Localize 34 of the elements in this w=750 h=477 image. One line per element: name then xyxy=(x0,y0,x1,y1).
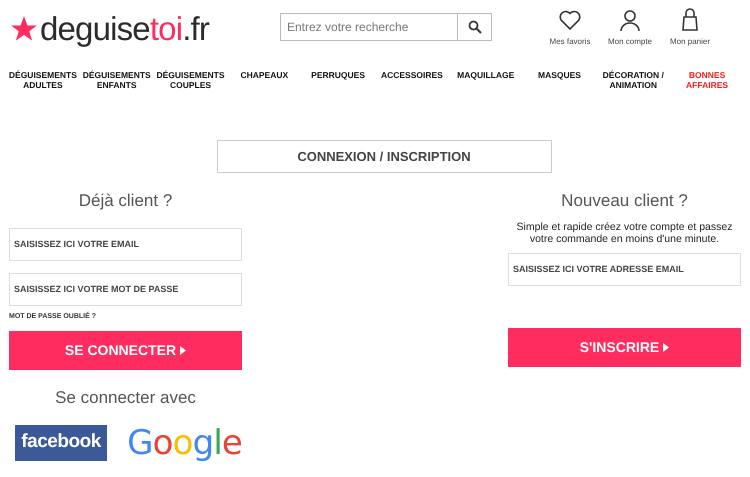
heart-icon xyxy=(558,8,582,32)
caret-icon xyxy=(180,346,186,355)
star-logo-icon xyxy=(10,14,38,42)
caret-icon xyxy=(663,342,670,352)
nav-item[interactable]: BONNES AFFAIRES xyxy=(670,70,744,90)
facebook-login-button[interactable]: facebook xyxy=(15,424,108,460)
input-field[interactable]: SAISISSEZ ICI VOTRE ADRESSE EMAIL xyxy=(508,252,741,286)
google-login-button[interactable]: Google xyxy=(127,426,242,460)
social-heading: Se connecter avec xyxy=(54,387,197,409)
header-action[interactable]: Mes favoris xyxy=(540,8,600,48)
nav-item[interactable]: MAQUILLAGE xyxy=(448,70,523,90)
page-title: CONNEXION / INSCRIPTION xyxy=(216,140,552,173)
input-field[interactable]: SAISISSEZ ICI VOTRE EMAIL xyxy=(9,228,242,260)
header-action[interactable]: Mon panier xyxy=(660,8,720,48)
nav-item[interactable]: DÉGUISEMENTS ENFANTS xyxy=(80,70,154,90)
search-field[interactable]: Entrez votre recherche xyxy=(280,13,458,41)
logo[interactable]: deguisetoi.fr xyxy=(40,12,210,45)
nav-item[interactable]: DÉGUISEMENTS COUPLES xyxy=(154,70,228,90)
nav-item[interactable]: DÉGUISEMENTS ADULTES xyxy=(6,70,80,90)
register-heading: Nouveau client ? xyxy=(560,190,689,212)
header-action[interactable]: Mon compte xyxy=(600,8,660,48)
nav-item[interactable]: PERRUQUES xyxy=(301,70,375,90)
search-icon xyxy=(468,20,482,34)
register-button[interactable]: S'INSCRIRE xyxy=(508,328,741,366)
register-description: Simple et rapide créez votre compte et passez votre commande en moins d'une minute. xyxy=(516,220,734,244)
nav-item[interactable]: ACCESSOIRES xyxy=(374,70,449,90)
login-heading: Déjà client ? xyxy=(78,190,174,212)
nav-item[interactable]: CHAPEAUX xyxy=(227,70,302,90)
search-button[interactable] xyxy=(458,13,492,41)
login-button[interactable]: SE CONNECTER xyxy=(9,331,242,370)
input-field[interactable]: SAISISSEZ ICI VOTRE MOT DE PASSE xyxy=(9,272,242,306)
nav-item[interactable]: DÉCORATION / ANIMATION xyxy=(596,70,670,90)
user-icon xyxy=(618,8,642,32)
nav-item[interactable]: MASQUES xyxy=(522,70,596,90)
